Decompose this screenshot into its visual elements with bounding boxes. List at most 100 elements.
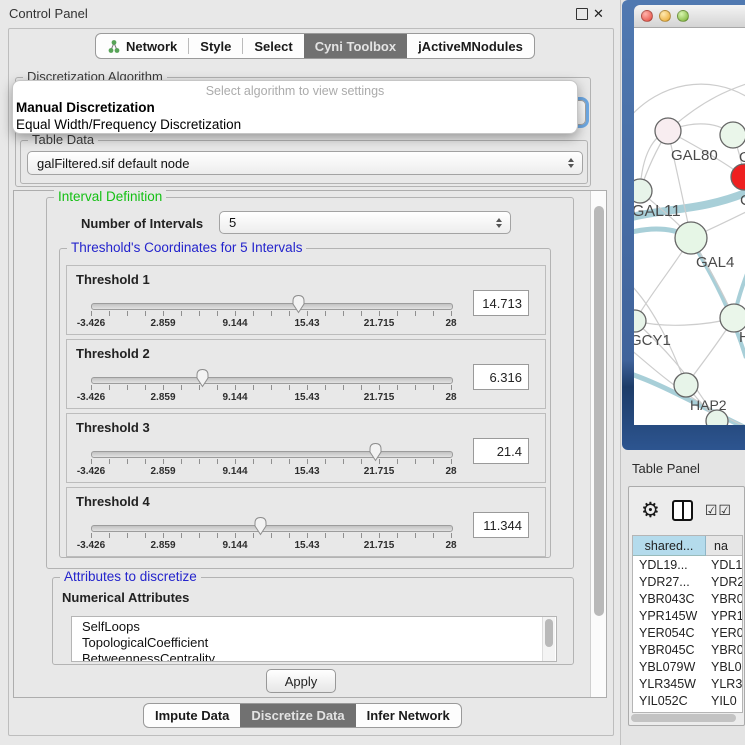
slider-tick-label: -3.426	[77, 392, 105, 403]
table-row[interactable]: YDL19...YDL1	[633, 556, 742, 573]
cell-name: YDR2	[706, 573, 742, 590]
threshold-slider-thumb[interactable]	[291, 294, 306, 314]
threshold-row: Threshold 4-3.4262.8599.14415.4321.71528…	[66, 487, 546, 557]
top-tabs: NetworkStyleSelectCyni ToolboxjActiveMNo…	[95, 33, 535, 59]
tab-select[interactable]: Select	[243, 34, 303, 58]
attributes-list[interactable]: SelfLoopsTopologicalCoefficientBetweenne…	[71, 616, 557, 662]
tab-cyni-toolbox[interactable]: Cyni Toolbox	[304, 34, 407, 58]
slider-ticks	[91, 311, 453, 316]
threshold-label: Threshold 3	[76, 420, 150, 435]
combo-arrows-icon	[496, 218, 502, 228]
slider-tick-label: 9.144	[222, 540, 247, 551]
gear-icon[interactable]: ⚙	[641, 500, 660, 521]
slider-tick-label: 15.43	[294, 318, 319, 329]
slider-tick-label: 28	[445, 318, 456, 329]
tab-jactivemnodules[interactable]: jActiveMNodules	[407, 34, 534, 58]
table-row[interactable]: YPR145WYPR1	[633, 607, 742, 624]
table-data-group: Table Data galFiltered.sif default node	[20, 140, 588, 184]
dropdown-item[interactable]: Equal Width/Frequency Discretization	[13, 116, 577, 133]
scrollbar-thumb[interactable]	[594, 206, 604, 616]
threshold-slider-track[interactable]	[91, 525, 453, 532]
slider-tick-label: 15.43	[294, 392, 319, 403]
network-canvas[interactable]: GAL80GACGAL11GAL4GCY1HHAP2	[634, 28, 745, 425]
network-edge[interactable]	[635, 318, 734, 325]
slider-tick-label: -3.426	[77, 466, 105, 477]
threshold-slider-track[interactable]	[91, 303, 453, 310]
table-horizontal-scrollbar[interactable]	[631, 714, 736, 722]
checkboxes-icon[interactable]: ☑☑	[705, 502, 732, 519]
network-node-h[interactable]	[720, 304, 745, 332]
threshold-slider-track[interactable]	[91, 451, 453, 458]
vertical-scrollbar[interactable]	[590, 191, 606, 697]
network-node-gal80[interactable]	[655, 118, 681, 144]
network-node-gal11[interactable]	[634, 179, 652, 203]
table-row[interactable]: YBR045CYBR0	[633, 641, 742, 658]
column-header-shared-name[interactable]: shared...	[633, 536, 706, 556]
slider-ticks	[91, 459, 453, 464]
close-traffic-light-icon[interactable]	[641, 10, 653, 22]
network-window-titlebar[interactable]	[634, 5, 745, 28]
network-node-gal4[interactable]	[675, 222, 707, 254]
close-window-icon[interactable]: ✕	[593, 6, 604, 22]
table-data-combobox[interactable]: galFiltered.sif default node	[27, 151, 583, 175]
numerical-attributes-label: Numerical Attributes	[62, 590, 189, 605]
node-table: shared... na YDL19...YDL1YDR27...YDR2YBR…	[632, 535, 743, 713]
dropdown-prompt: Select algorithm to view settings	[13, 84, 577, 99]
node-label: H	[739, 329, 745, 346]
slider-tick-label: 15.43	[294, 466, 319, 477]
network-node-c[interactable]	[731, 164, 745, 190]
cell-shared-name: YBR043C	[633, 590, 706, 607]
threshold-value-field[interactable]: 14.713	[473, 290, 529, 316]
control-panel-title: Control Panel	[9, 6, 88, 21]
float-window-icon[interactable]	[576, 8, 588, 20]
table-row[interactable]: YBL079WYBL0	[633, 658, 742, 675]
slider-tick-label: 21.715	[364, 318, 395, 329]
cell-shared-name: YDL19...	[633, 556, 706, 573]
slider-tick-label: 9.144	[222, 466, 247, 477]
interval-definition-group: Interval Definition Number of Intervals …	[46, 197, 574, 569]
slider-tick-label: -3.426	[77, 540, 105, 551]
slider-ticks	[91, 385, 453, 390]
num-intervals-combobox[interactable]: 5	[219, 211, 511, 234]
attribute-list-item[interactable]: SelfLoops	[82, 619, 556, 635]
attributes-list-scrollbar[interactable]	[542, 617, 555, 661]
table-row[interactable]: YBR043CYBR0	[633, 590, 742, 607]
table-data-label: Table Data	[28, 132, 98, 147]
tab-style[interactable]: Style	[189, 34, 242, 58]
minimize-traffic-light-icon[interactable]	[659, 10, 671, 22]
table-row[interactable]: YDR27...YDR2	[633, 573, 742, 590]
zoom-traffic-light-icon[interactable]	[677, 10, 689, 22]
slider-tick-label: 9.144	[222, 318, 247, 329]
threshold-slider-thumb[interactable]	[253, 516, 268, 536]
threshold-row: Threshold 3-3.4262.8599.14415.4321.71528…	[66, 413, 546, 483]
apply-button[interactable]: Apply	[266, 669, 336, 693]
tab-infer-network[interactable]: Infer Network	[356, 704, 461, 727]
threshold-slider-thumb[interactable]	[368, 442, 383, 462]
threshold-value-field[interactable]: 11.344	[473, 512, 529, 538]
network-node-gcy1[interactable]	[634, 310, 646, 332]
dropdown-items: Manual DiscretizationEqual Width/Frequen…	[13, 99, 577, 133]
tab-impute-data[interactable]: Impute Data	[144, 704, 240, 727]
split-columns-icon[interactable]	[672, 500, 693, 521]
network-node-ga[interactable]	[720, 122, 745, 148]
threshold-label: Threshold 1	[76, 272, 150, 287]
network-node-hap2[interactable]	[674, 373, 698, 397]
slider-tick-label: 21.715	[364, 466, 395, 477]
threshold-value-field[interactable]: 6.316	[473, 364, 529, 390]
column-header-name[interactable]: na	[706, 536, 742, 556]
node-label: GAL80	[671, 147, 718, 164]
attribute-list-item[interactable]: TopologicalCoefficient	[82, 635, 556, 651]
threshold-slider-thumb[interactable]	[195, 368, 210, 388]
tab-discretize-data[interactable]: Discretize Data	[240, 704, 355, 727]
cell-name: YBR0	[706, 590, 742, 607]
table-row[interactable]: YLR345WYLR3	[633, 675, 742, 692]
attribute-list-item[interactable]: BetweennessCentrality	[82, 651, 556, 662]
tab-network[interactable]: Network	[96, 34, 188, 58]
table-row[interactable]: YER054CYER0	[633, 624, 742, 641]
attributes-group-label: Attributes to discretize	[60, 569, 201, 584]
dropdown-item[interactable]: Manual Discretization	[13, 99, 577, 116]
threshold-value-field[interactable]: 21.4	[473, 438, 529, 464]
thresholds-group: Threshold's Coordinates for 5 Intervals …	[59, 248, 551, 558]
threshold-slider-track[interactable]	[91, 377, 453, 384]
table-row[interactable]: YIL052CYIL0	[633, 692, 742, 709]
